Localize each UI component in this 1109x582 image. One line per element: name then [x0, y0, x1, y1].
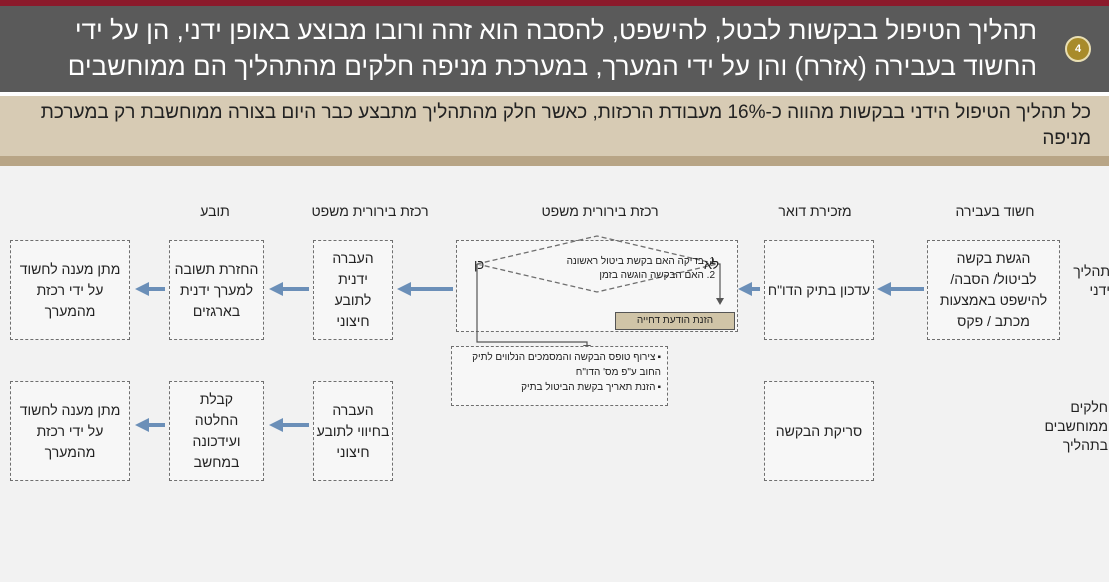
- subtitle-stripe: [0, 156, 1109, 166]
- column-heading-court-coordinator-1: רכזת בירורית משפט: [541, 203, 659, 219]
- column-heading-suspect: חשוד בעבירה: [955, 203, 1035, 219]
- column-heading-mail-secretary: מזכירת דואר: [778, 203, 852, 219]
- update-report-box: עדכון בתיק הדו"ח: [764, 240, 874, 340]
- decision-check-1: 1. בדיקה האם בקשת ביטול ראשונה: [566, 256, 715, 267]
- decision-check-2: 2. האם הבקשה הוגשה בזמן: [599, 270, 715, 281]
- scan-request-box: סריקת הבקשה: [764, 381, 874, 481]
- rejection-notice-box: הזנת הודעת דחייה: [615, 312, 735, 330]
- column-heading-prosecutor: תובע: [200, 203, 230, 219]
- column-heading-court-coordinator-2: רכזת בירורית משפט: [311, 203, 429, 219]
- decision-yes-label: כן: [474, 257, 485, 272]
- manual-answer-box: מתן מענה לחשוד על ידי רכזת מהמערך: [10, 240, 130, 340]
- submit-request-box: הגשת בקשה לביטול/ הסבה/ להישפט באמצעות מ…: [927, 240, 1060, 340]
- attach-bullets-box: צירוף טופס הבקשה והמסמכים הנלווים לתיק ה…: [451, 346, 668, 406]
- computerized-answer-box: מתן מענה לחשוד על ידי רכזת מהמערך: [10, 381, 130, 481]
- row-label-manual: תהליך ידני: [1073, 263, 1109, 298]
- row-label-computerized: חלקים ממוחשבים בתהליך: [1044, 399, 1108, 453]
- receive-decision-box: קבלת החלטה ועידכונה במחשב: [169, 381, 264, 481]
- slide-number-badge: 4: [1065, 36, 1091, 62]
- subtitle-text: כל תהליך הטיפול הידני בבקשות מהווה כ-16%…: [40, 102, 1091, 149]
- subtitle-bar: כל תהליך הטיפול הידני בבקשות מהווה כ-16%…: [0, 96, 1109, 156]
- bullet-item: צירוף טופס הבקשה והמסמכים הנלווים לתיק ה…: [456, 350, 661, 380]
- manual-return-box: החזרת תשובה למערך ידנית בארגזים: [169, 240, 264, 340]
- slide-title: תהליך הטיפול בבקשות לבטל, להישפט, להסבה …: [67, 15, 1037, 81]
- slide-header: תהליך הטיפול בבקשות לבטל, להישפט, להסבה …: [0, 6, 1109, 92]
- bullet-item: הזנת תאריך בקשת הביטול בתיק: [456, 380, 661, 395]
- manual-transfer-box: העברה ידנית לתובע חיצוני: [313, 240, 393, 340]
- computerized-transfer-box: העברה בחיווי לתובע חיצוני: [313, 381, 393, 481]
